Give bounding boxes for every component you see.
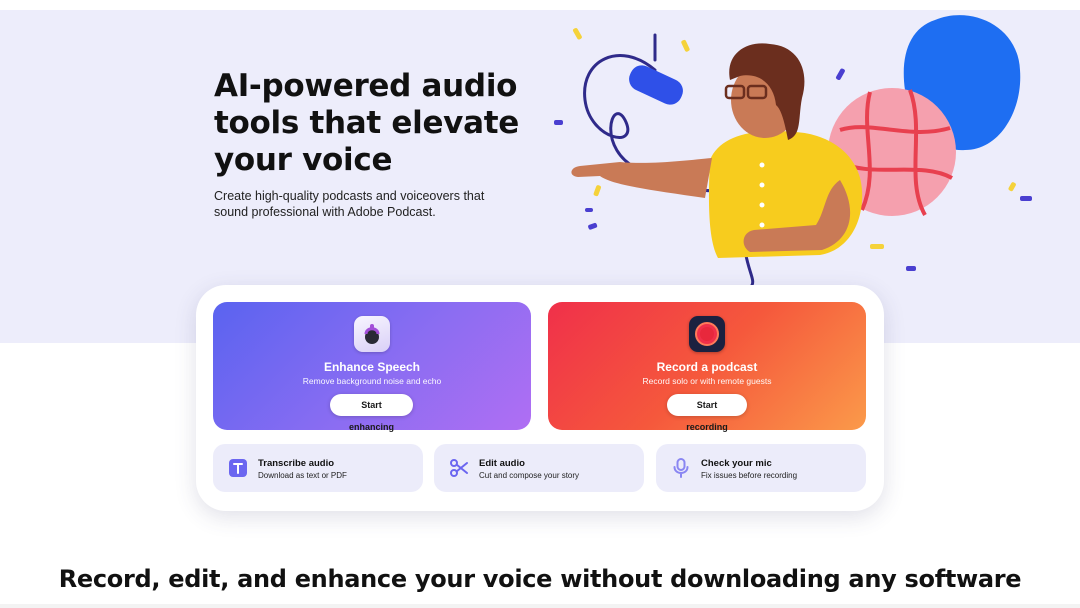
hero-illustration — [554, 15, 1032, 287]
check-mic-card[interactable]: Check your mic Fix issues before recordi… — [656, 444, 866, 492]
record-app-icon — [689, 316, 725, 352]
microphone-icon — [673, 458, 689, 478]
edit-audio-card[interactable]: Edit audio Cut and compose your story — [434, 444, 644, 492]
edit-audio-description: Cut and compose your story — [479, 471, 580, 480]
transcribe-audio-description: Download as text or PDF — [258, 471, 347, 480]
transcribe-icon — [229, 459, 247, 477]
top-strip — [0, 0, 1080, 10]
check-mic-description: Fix issues before recording — [701, 471, 798, 480]
hero-title: AI-powered audio tools that elevate your… — [214, 68, 519, 178]
enhance-speech-card[interactable]: Enhance Speech Remove background noise a… — [213, 302, 531, 432]
transcribe-audio-title: Transcribe audio — [258, 458, 335, 469]
scissors-icon — [450, 459, 468, 477]
transcribe-audio-card[interactable]: Transcribe audio Download as text or PDF — [213, 444, 423, 492]
start-enhancing-button[interactable]: Start enhancing — [330, 394, 413, 432]
hero-subtitle: Create high-quality podcasts and voiceov… — [214, 189, 485, 219]
record-podcast-title: Record a podcast — [656, 360, 758, 374]
enhance-speech-title: Enhance Speech — [323, 360, 421, 374]
edit-audio-title: Edit audio — [479, 458, 525, 469]
enhance-speech-description: Remove background noise and echo — [302, 376, 442, 386]
record-podcast-card[interactable]: Record a podcast Record solo or with rem… — [548, 302, 866, 432]
record-podcast-description: Record solo or with remote guests — [642, 376, 772, 386]
enhance-speech-app-icon — [354, 316, 390, 352]
check-mic-title: Check your mic — [701, 458, 772, 469]
section-title: Record, edit, and enhance your voice wit… — [58, 565, 1022, 593]
start-recording-button[interactable]: Start recording — [667, 394, 747, 432]
bottom-edge — [0, 604, 1080, 608]
